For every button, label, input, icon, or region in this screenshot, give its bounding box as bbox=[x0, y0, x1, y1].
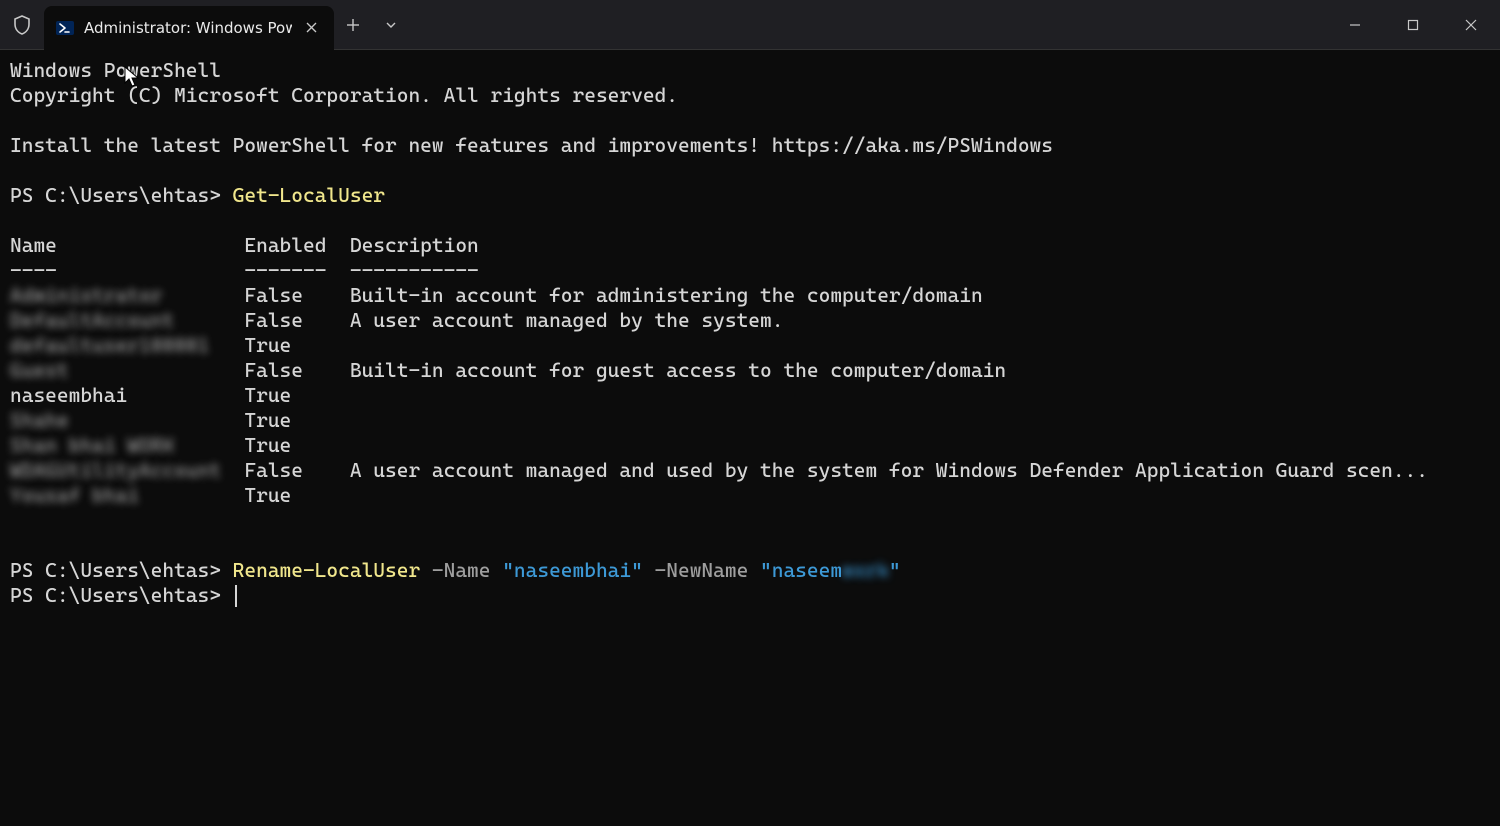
prompt: PS C:\Users\ehtas> bbox=[10, 583, 233, 607]
window-controls bbox=[1326, 0, 1500, 50]
maximize-button[interactable] bbox=[1384, 0, 1442, 50]
table-row-rest: False Built-in account for guest access … bbox=[69, 358, 1007, 382]
minimize-icon bbox=[1349, 19, 1361, 31]
table-row-rest: True bbox=[139, 483, 291, 507]
close-icon bbox=[306, 22, 317, 33]
close-icon bbox=[1465, 19, 1477, 31]
table-rows: Administrator False Built-in account for… bbox=[10, 283, 1428, 507]
tab-title: Administrator: Windows Powe bbox=[84, 19, 292, 37]
table-row-name: Shan bhai WORK bbox=[10, 433, 174, 457]
table-row-name: DefaultAccount bbox=[10, 308, 174, 332]
table-row-name: WDAGUtilityAccount bbox=[10, 458, 221, 482]
tab-close-button[interactable] bbox=[302, 17, 323, 39]
chevron-down-icon bbox=[385, 19, 397, 31]
table-row-name: Administrator bbox=[10, 283, 162, 307]
table-row-rest: True bbox=[174, 433, 291, 457]
value-newname-end: " bbox=[889, 558, 901, 582]
command-get-localuser: Get-LocalUser bbox=[233, 183, 385, 207]
close-button[interactable] bbox=[1442, 0, 1500, 50]
install-message: Install the latest PowerShell for new fe… bbox=[10, 133, 1053, 157]
minimize-button[interactable] bbox=[1326, 0, 1384, 50]
value-newname-clear: "naseem bbox=[760, 558, 842, 582]
text-cursor bbox=[235, 585, 237, 607]
banner-line-2: Copyright (C) Microsoft Corporation. All… bbox=[10, 83, 678, 107]
value-name: "naseembhai" bbox=[502, 558, 643, 582]
table-row-rest: False A user account managed and used by… bbox=[221, 458, 1428, 482]
titlebar-left: Administrator: Windows Powe bbox=[0, 0, 410, 49]
terminal-output[interactable]: Windows PowerShell Copyright (C) Microso… bbox=[0, 50, 1500, 826]
tab-powershell[interactable]: Administrator: Windows Powe bbox=[44, 6, 334, 50]
table-row-rest: True bbox=[209, 333, 291, 357]
param-name: -Name bbox=[420, 558, 502, 582]
table-row-rest: True bbox=[127, 383, 291, 407]
maximize-icon bbox=[1407, 19, 1419, 31]
table-row-rest: False Built-in account for administering… bbox=[162, 283, 982, 307]
table-row-name: Yousaf bhai bbox=[10, 483, 139, 507]
param-newname: -NewName bbox=[643, 558, 760, 582]
plus-icon bbox=[346, 18, 360, 32]
value-newname-blurred: work bbox=[842, 558, 889, 582]
table-row-name: Guest bbox=[10, 358, 69, 382]
command-rename-localuser: Rename-LocalUser bbox=[233, 558, 421, 582]
table-row-rest: True bbox=[69, 408, 292, 432]
prompt: PS C:\Users\ehtas> bbox=[10, 183, 233, 207]
table-row-name: Shahe bbox=[10, 408, 69, 432]
shield-icon bbox=[0, 0, 44, 50]
table-row-name: naseembhai bbox=[10, 383, 127, 407]
table-header: Name Enabled Description bbox=[10, 233, 479, 257]
new-tab-button[interactable] bbox=[334, 6, 372, 44]
table-divider: ---- ------- ----------- bbox=[10, 258, 479, 282]
banner-line-1: Windows PowerShell bbox=[10, 58, 221, 82]
powershell-icon bbox=[56, 19, 74, 37]
prompt: PS C:\Users\ehtas> bbox=[10, 558, 233, 582]
titlebar: Administrator: Windows Powe bbox=[0, 0, 1500, 50]
tab-dropdown-button[interactable] bbox=[372, 6, 410, 44]
table-row-rest: False A user account managed by the syst… bbox=[174, 308, 783, 332]
table-row-name: defaultuser100001 bbox=[10, 333, 209, 357]
